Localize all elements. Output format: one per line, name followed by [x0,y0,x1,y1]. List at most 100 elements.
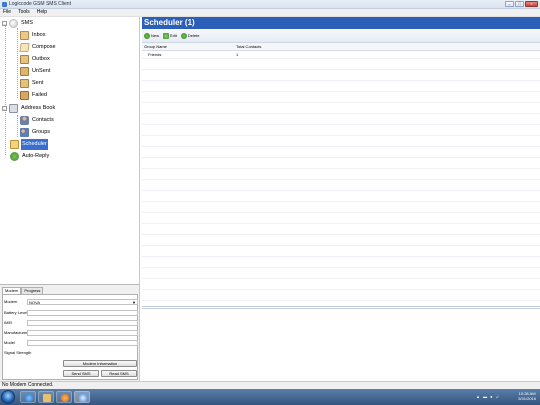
scheduler-toolbar: New Edit Delete [142,29,540,43]
clock[interactable]: 10:28 AM 5/31/2016 [518,391,536,401]
tree-item-compose[interactable]: Compose [19,42,57,53]
status-text: No Modem Connected. [2,382,54,388]
tree-item-contacts[interactable]: Contacts [20,115,55,126]
delete-button[interactable]: Delete [180,31,200,41]
tree-item-auto-reply[interactable]: Auto-Reply [10,151,50,162]
read-sms-button[interactable]: Read SMS [101,370,137,377]
tree-item-label: Groups [32,129,51,135]
tree-line [5,23,6,105]
row-divider [142,124,540,125]
column-header-group-name[interactable]: Group Name [144,43,167,50]
compose-icon [19,43,30,52]
taskbar-explorer[interactable] [38,391,54,403]
tree-item-inbox[interactable]: Inbox [20,30,46,41]
start-button[interactable] [1,390,15,404]
outbox-icon [20,55,29,64]
row-divider [142,157,540,158]
row-divider [142,234,540,235]
grid-header: Group Name Total Contacts [142,43,540,51]
close-button[interactable]: × [525,1,538,7]
tree-item-outbox[interactable]: Outbox [20,54,51,65]
row-divider [142,58,540,59]
modem-tab-panel: Modem NOVA ▼ Battery Level IMEI Manufact… [2,294,138,380]
new-button-label: New [151,32,160,38]
row-divider [142,113,540,114]
failed-icon [20,91,29,100]
modem-tabs: Modem Progress [2,287,44,295]
signal-strength-label: Signal Strength [4,350,32,355]
imei-field [27,320,138,326]
menu-file[interactable]: File [3,9,11,16]
scheduler-header: Scheduler (1) [142,17,540,29]
modem-label: Modem [4,299,18,304]
auto-reply-icon [10,152,19,161]
delete-button-label: Delete [187,32,200,38]
tree-line [17,28,18,98]
inbox-icon [20,31,29,40]
manufacturer-label: Manufacturer [4,330,28,335]
window-title: Logiccode GSM SMS Client [9,1,71,7]
row-divider [142,179,540,180]
tree-item-label: Failed [32,92,47,98]
row-divider [142,190,540,191]
address-book-icon [9,104,18,113]
column-header-total-contacts[interactable]: Total Contacts [236,43,261,50]
folder-icon [43,394,51,402]
battery-level-field [27,310,138,316]
menu-tools[interactable]: Tools [18,9,30,16]
cell-total-contacts: 1 [236,52,239,57]
taskbar-media[interactable] [56,391,72,403]
row-divider [142,245,540,246]
taskbar-sms-client[interactable] [74,391,90,403]
row-divider [142,223,540,224]
tree-item-label: Scheduler [21,139,48,150]
tree-item-address-book[interactable]: – Address Book [2,103,56,114]
tree-item-label: UnSent [32,68,51,74]
tree-item-failed[interactable]: Failed [20,90,48,101]
collapse-icon[interactable]: – [2,106,7,111]
collapse-icon[interactable]: – [2,21,7,26]
new-button[interactable]: New [144,31,159,41]
tree-item-scheduler[interactable]: Scheduler [10,139,48,150]
tree-line [17,115,18,137]
tab-progress[interactable]: Progress [21,287,44,294]
row-divider [142,102,540,103]
edit-button[interactable]: Edit [163,31,177,41]
row-divider [142,168,540,169]
sms-client-icon [79,394,87,402]
manufacturer-field [27,330,138,336]
modem-select[interactable]: NOVA ▼ [27,299,138,305]
tree-item-label: Sent [32,80,44,86]
detail-pane [142,308,540,381]
tree-item-label: Address Book [21,105,56,111]
contacts-icon [20,116,29,125]
maximize-button[interactable]: □ [515,1,524,7]
row-divider [142,267,540,268]
row-divider [142,146,540,147]
taskbar: ▲ ▬ ● ♫ 10:28 AM 5/31/2016 [0,389,540,405]
add-icon [144,32,150,39]
menu-bar: File Tools Help [0,9,540,17]
row-divider [142,80,540,81]
cell-group-name: Friends [148,52,162,57]
row-divider [142,212,540,213]
internet-explorer-icon [25,394,33,402]
row-divider [142,135,540,136]
row-divider [142,278,540,279]
send-sms-button[interactable]: Send SMS [63,370,99,377]
media-player-icon [61,394,69,402]
modem-information-button[interactable]: Modem Information [63,360,137,367]
row-divider [142,201,540,202]
tree-item-sent[interactable]: Sent [20,78,44,89]
tray-icons[interactable]: ▲ ▬ ● ♫ [476,394,500,399]
tree-item-unsent[interactable]: UnSent [20,66,51,77]
tree-line [5,109,6,155]
tree-item-sms[interactable]: – SMS [2,18,34,29]
tree-item-groups[interactable]: Groups [20,127,51,138]
clock-date: 5/31/2016 [518,396,536,401]
taskbar-ie[interactable] [20,391,36,403]
menu-help[interactable]: Help [37,9,47,16]
sent-icon [20,79,29,88]
minimize-button[interactable]: – [505,1,514,7]
tree-item-label: Inbox [32,32,46,38]
